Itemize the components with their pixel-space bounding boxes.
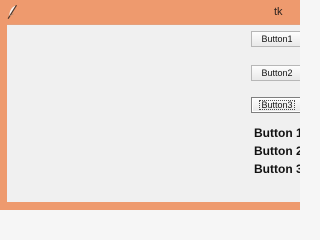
tk-window: tk Button1 Button2 Button3 Button 1 Butt… — [0, 0, 300, 210]
button1-button[interactable]: Button1 — [251, 31, 300, 47]
window-title: tk — [274, 6, 283, 18]
button3-button[interactable]: Button3 — [251, 97, 300, 113]
title-bar[interactable]: tk — [0, 0, 300, 24]
window-client-area: Button1 Button2 Button3 Button 1 Button … — [7, 24, 300, 202]
feather-icon — [7, 4, 18, 20]
button-2-text-label: Button 2 — [254, 144, 300, 158]
window-bottom-border — [0, 202, 300, 210]
button1-label: Button1 — [261, 34, 293, 44]
button3-label: Button3 — [259, 100, 295, 110]
button-3-text-label: Button 3 — [254, 162, 300, 176]
button2-label: Button2 — [261, 68, 293, 78]
button-1-text-label: Button 1 — [254, 126, 300, 140]
button2-button[interactable]: Button2 — [251, 65, 300, 81]
